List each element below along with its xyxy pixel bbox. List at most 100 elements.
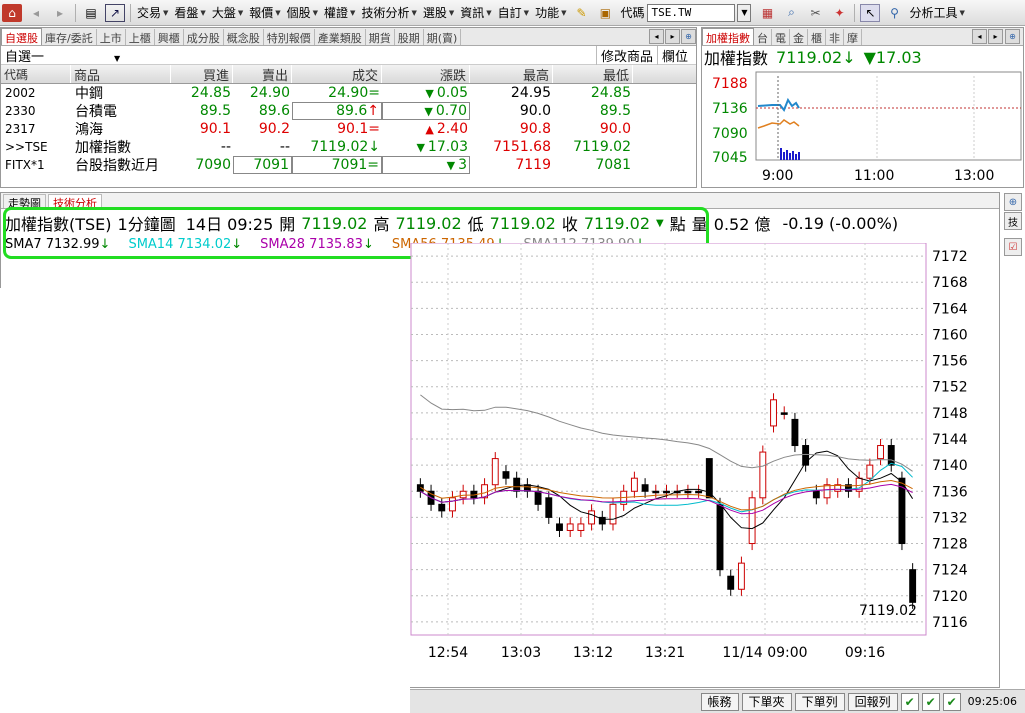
- row-bid: 89.5: [199, 103, 231, 119]
- check-icon[interactable]: ✔: [921, 692, 940, 711]
- y-tick-label: 7144: [932, 432, 968, 448]
- check-icon[interactable]: ✔: [900, 692, 919, 711]
- mini-chart-tab[interactable]: 摩: [844, 29, 862, 45]
- note-icon[interactable]: ▣: [595, 4, 615, 22]
- watchlist-tab[interactable]: 股期: [395, 29, 424, 45]
- menu-item[interactable]: 大盤 ▼: [209, 4, 246, 21]
- menu-item[interactable]: 個股 ▼: [284, 4, 321, 21]
- mini-chart-tab[interactable]: 加權指數: [702, 28, 754, 45]
- tab-scroll-right-icon[interactable]: ▸: [665, 29, 680, 44]
- y-tick-label: 7160: [932, 327, 968, 343]
- chevron-down-icon: ▼: [114, 53, 121, 63]
- tab-scroll-left-icon[interactable]: ◂: [649, 29, 664, 44]
- back-icon[interactable]: ◂: [26, 4, 46, 22]
- header-change[interactable]: 漲跌: [382, 65, 470, 84]
- modify-products-button[interactable]: 修改商品: [595, 45, 657, 65]
- row-change: ▼ 17.03: [382, 139, 470, 155]
- row-low: 89.5: [599, 103, 631, 119]
- group-selector[interactable]: 自選一 ▼: [5, 46, 120, 65]
- watchlist-tab[interactable]: 期貨: [366, 29, 395, 45]
- menu-item[interactable]: 報價 ▼: [246, 4, 283, 21]
- watchlist-row[interactable]: 2330 台積電 89.5 89.6 89.6↑ ▼ 0.70 90.0 89.5: [1, 102, 696, 120]
- code-input[interactable]: TSE.TW: [647, 3, 736, 22]
- tab-trend[interactable]: 走勢圖: [3, 194, 46, 210]
- chevron-down-icon: ▼: [561, 8, 567, 17]
- order-bar-button[interactable]: 下單列: [794, 692, 845, 711]
- report-bar-button[interactable]: 回報列: [847, 692, 898, 711]
- menu-item[interactable]: 技術分析 ▼: [358, 4, 419, 21]
- analysis-icon[interactable]: ⚲: [884, 4, 904, 22]
- x-tick-label: 09:16: [845, 645, 885, 661]
- search-icon[interactable]: ⌕: [781, 4, 801, 22]
- side-tool-icon[interactable]: 技: [1004, 212, 1022, 230]
- row-last-value: 89.6: [336, 103, 368, 119]
- zoom-in-icon[interactable]: ⊕: [681, 29, 696, 44]
- home-icon[interactable]: ⌂: [2, 3, 22, 22]
- accounts-button[interactable]: 帳務: [700, 692, 739, 711]
- check-icon[interactable]: ✔: [942, 692, 961, 711]
- mini-xtick: 13:00: [954, 168, 994, 184]
- analysis-tools-menu[interactable]: 分析工具 ▼: [906, 4, 967, 21]
- watchlist-row[interactable]: >>TSE 加權指數 -- -- 7119.02↓ ▼ 17.03 7151.68 7119.0…: [1, 138, 696, 156]
- candle-body: [545, 497, 553, 518]
- header-high[interactable]: 最高: [470, 65, 553, 84]
- zoom-in-icon[interactable]: ⊕: [1005, 29, 1020, 44]
- code-dropdown-icon[interactable]: ▼: [737, 3, 752, 22]
- cursor-icon[interactable]: ↖: [860, 3, 881, 22]
- watchlist-tab[interactable]: 庫存/委託: [42, 29, 97, 45]
- menu-item[interactable]: 資訊 ▼: [457, 4, 494, 21]
- mini-chart-tab[interactable]: 電: [772, 29, 790, 45]
- menu-item[interactable]: 功能 ▼: [532, 4, 569, 21]
- watchlist-tab[interactable]: 興櫃: [155, 29, 184, 45]
- watchlist-row[interactable]: FITX*1 台股指數近月 7090 7091 7091= ▼ 3 7119 7081: [1, 156, 696, 174]
- watchlist-tab[interactable]: 成分股: [184, 29, 224, 45]
- tab-scroll-left-icon[interactable]: ◂: [972, 29, 987, 44]
- menu-item[interactable]: 看盤 ▼: [171, 4, 208, 21]
- watchlist-tab[interactable]: 自選股: [1, 28, 42, 45]
- mini-chart-tab[interactable]: 非: [826, 29, 844, 45]
- watchlist-tab[interactable]: 上櫃: [126, 29, 155, 45]
- watchlist-tab[interactable]: 概念股: [224, 29, 264, 45]
- watchlist-tab[interactable]: 期(賣): [424, 29, 462, 45]
- header-last[interactable]: 成交: [292, 65, 382, 84]
- zoom-in-icon[interactable]: ⊕: [1004, 193, 1022, 211]
- candle-body: [684, 490, 692, 494]
- candle-body: [556, 523, 563, 531]
- order-folder-button[interactable]: 下單夾: [741, 692, 792, 711]
- y-tick-label: 7164: [932, 301, 968, 317]
- tools-icon[interactable]: ✂: [805, 4, 825, 22]
- alert-icon[interactable]: ✦: [829, 4, 849, 22]
- grid-icon[interactable]: ▦: [757, 4, 777, 22]
- header-ask[interactable]: 賣出: [233, 65, 292, 84]
- header-code[interactable]: 代碼: [1, 65, 71, 83]
- header-name[interactable]: 商品: [71, 65, 171, 84]
- side-check-icon[interactable]: ☑: [1004, 238, 1022, 256]
- popout-icon[interactable]: ↗: [105, 3, 125, 22]
- watchlist-row[interactable]: 2002 中鋼 24.85 24.90 24.90= ▼ 0.05 24.95 24.85: [1, 84, 696, 102]
- menu-item[interactable]: 自訂 ▼: [495, 4, 532, 21]
- watchlist-tab[interactable]: 產業類股: [315, 29, 366, 45]
- chevron-down-icon: ▼: [448, 8, 455, 17]
- y-tick-label: 7120: [932, 589, 968, 605]
- tab-scroll-right-icon[interactable]: ▸: [988, 29, 1003, 44]
- mini-chart-tab[interactable]: 櫃: [808, 29, 826, 45]
- watchlist-tab[interactable]: 上市: [97, 29, 126, 45]
- row-high: 90.0: [519, 103, 551, 119]
- code-label: 代碼: [620, 6, 645, 20]
- forward-icon[interactable]: ▸: [50, 4, 70, 22]
- menu-item[interactable]: 權證 ▼: [321, 4, 358, 21]
- header-low[interactable]: 最低: [553, 65, 633, 84]
- menu-item[interactable]: 交易 ▼: [134, 4, 171, 21]
- menu-item[interactable]: 選股 ▼: [420, 4, 457, 21]
- mini-chart-tab[interactable]: 金: [790, 29, 808, 45]
- watchlist-row[interactable]: 2317 鴻海 90.1 90.2 90.1= ▲ 2.40 90.8 90.0: [1, 120, 696, 138]
- tab-technical[interactable]: 技術分析: [48, 194, 102, 210]
- candle-body: [909, 569, 917, 603]
- header-bid[interactable]: 買進: [171, 65, 233, 84]
- mini-chart-tab[interactable]: 台: [754, 29, 772, 45]
- watchlist-tab[interactable]: 特別報價: [264, 29, 315, 45]
- columns-button[interactable]: 欄位: [656, 45, 692, 65]
- print-icon[interactable]: ▤: [81, 4, 101, 22]
- pen-icon[interactable]: ✎: [571, 4, 591, 22]
- analysis-tools-label: 分析工具: [909, 6, 958, 20]
